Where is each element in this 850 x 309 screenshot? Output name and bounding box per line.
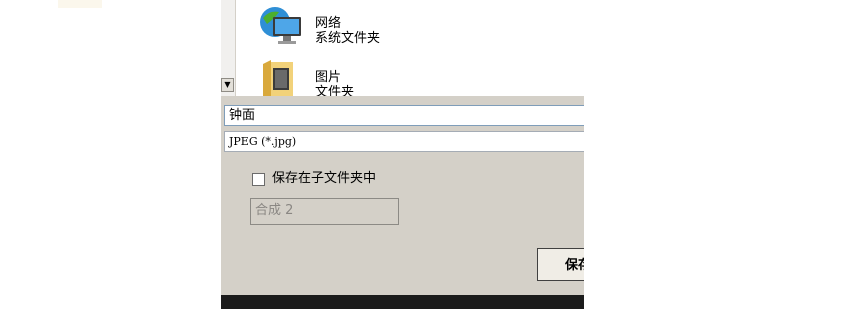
filename-field[interactable]: 钟面 (224, 105, 584, 126)
list-item-type: 系统文件夹 (315, 31, 381, 46)
save-in-subfolder-checkbox[interactable] (252, 173, 265, 186)
bottom-bar (221, 295, 584, 309)
file-list-scrollbar[interactable]: ▼ (221, 0, 236, 96)
scroll-down-arrow-icon[interactable]: ▼ (221, 78, 234, 92)
save-in-subfolder-label[interactable]: 保存在子文件夹中 (272, 171, 376, 187)
save-button[interactable]: 保存 (537, 248, 584, 281)
folder-icon (263, 60, 293, 96)
list-item-network[interactable]: 网络 系统文件夹 (257, 4, 577, 50)
list-item-pictures[interactable]: 图片 文件夹 (257, 58, 577, 96)
file-list[interactable]: ▼ 网络 系统文件夹 图片 文件夹 (221, 0, 584, 96)
filetype-select[interactable]: JPEG (*.jpg) (224, 131, 584, 152)
list-item-name: 网络 (315, 16, 342, 31)
save-dialog: 钟面 JPEG (*.jpg) 保存在子文件夹中 合成 2 保存 (221, 96, 584, 295)
network-folder-icon (260, 7, 301, 44)
corner-decoration (58, 0, 102, 8)
subfolder-name-field: 合成 2 (250, 198, 399, 225)
list-item-type: 文件夹 (315, 85, 355, 96)
list-item-name: 图片 (315, 70, 342, 85)
